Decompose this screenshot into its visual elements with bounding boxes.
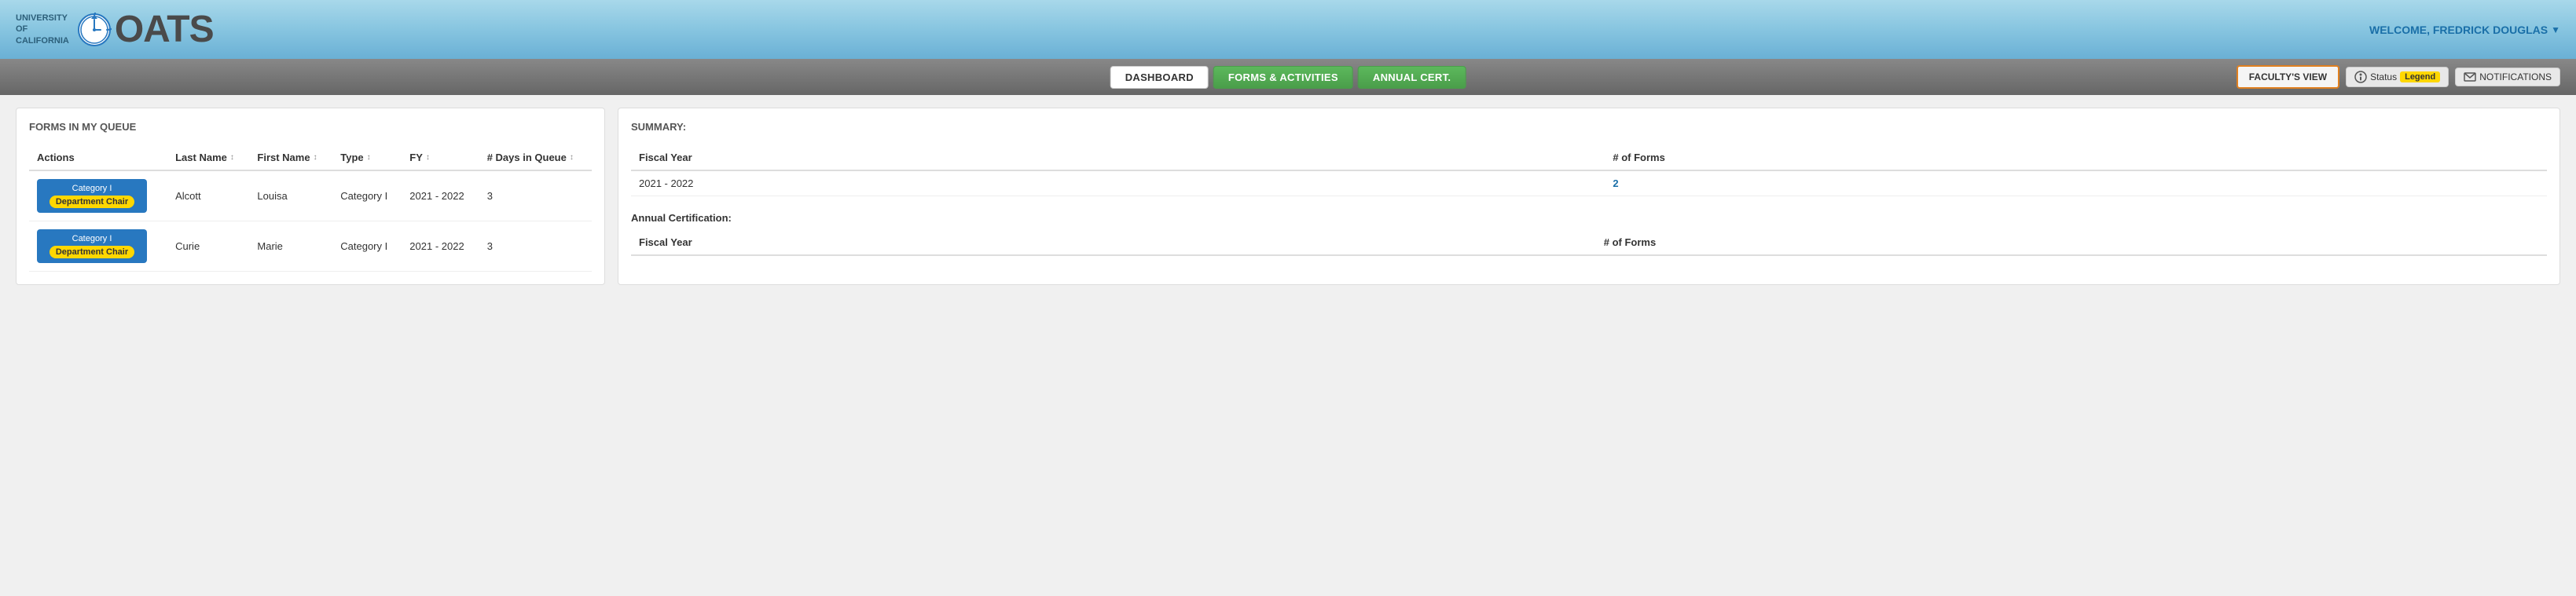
summary-col-fy: Fiscal Year (631, 145, 1605, 170)
annual-cert-button[interactable]: ANNUAL CERT. (1358, 66, 1466, 89)
summary-table: Fiscal Year # of Forms 2021 - 2022 2 (631, 145, 2547, 196)
annual-col-fy: Fiscal Year (631, 230, 1596, 255)
cell-last-name: Curie (167, 221, 249, 272)
envelope-icon (2464, 71, 2476, 82)
cell-first-name: Louisa (249, 170, 332, 221)
faculty-view-button[interactable]: FACULTY'S VIEW (2237, 65, 2339, 89)
nav-right: FACULTY'S VIEW Status Legend NOTIFICATIO… (2237, 65, 2560, 89)
cell-type: Category I (332, 221, 402, 272)
header: UNIVERSITY OF CALIFORNIA OATS WELCOME, F… (0, 0, 2576, 59)
cell-first-name: Marie (249, 221, 332, 272)
table-row: Category I Department Chair Curie Marie … (29, 221, 592, 272)
legend-badge: Legend (2400, 71, 2440, 82)
cell-fy: 2021 - 2022 (402, 221, 479, 272)
sort-last-name-icon[interactable]: ↕ (230, 154, 234, 161)
sort-type-icon[interactable]: ↕ (367, 154, 371, 161)
notifications-label: NOTIFICATIONS (2479, 71, 2552, 82)
notifications-button[interactable]: NOTIFICATIONS (2455, 68, 2560, 86)
main-content: FORMS IN MY QUEUE Actions Last Name ↕ (0, 95, 2576, 298)
col-fy: FY ↕ (402, 145, 479, 170)
annual-cert-label: Annual Certification: (631, 212, 2547, 224)
sort-days-icon[interactable]: ↕ (570, 154, 574, 161)
action-button-1[interactable]: Category I Department Chair (37, 229, 147, 263)
annual-col-forms: # of Forms (1596, 230, 2547, 255)
logo-area: UNIVERSITY OF CALIFORNIA OATS (16, 11, 214, 49)
summary-header-row: Fiscal Year # of Forms (631, 145, 2547, 170)
cell-days: 3 (479, 170, 592, 221)
forms-activities-button[interactable]: FORMS & ACTIVITIES (1213, 66, 1353, 89)
col-first-name: First Name ↕ (249, 145, 332, 170)
col-last-name: Last Name ↕ (167, 145, 249, 170)
summary-col-count: # of Forms (1605, 145, 2547, 170)
summary-fy: 2021 - 2022 (631, 170, 1605, 196)
uc-text: UNIVERSITY OF CALIFORNIA (16, 13, 69, 46)
summary-count: 2 (1605, 170, 2547, 196)
status-icon (2354, 71, 2367, 83)
action-category-label: Category I (72, 234, 112, 243)
queue-panel-title: FORMS IN MY QUEUE (29, 121, 592, 133)
cell-last-name: Alcott (167, 170, 249, 221)
action-category-label: Category I (72, 184, 112, 193)
cell-fy: 2021 - 2022 (402, 170, 479, 221)
summary-panel: SUMMARY: Fiscal Year # of Forms 2021 - 2… (618, 108, 2560, 285)
col-type: Type ↕ (332, 145, 402, 170)
summary-row: 2021 - 2022 2 (631, 170, 2547, 196)
table-row: Category I Department Chair Alcott Louis… (29, 170, 592, 221)
annual-header-row: Fiscal Year # of Forms (631, 230, 2547, 255)
queue-table: Actions Last Name ↕ First Name ↕ (29, 145, 592, 272)
status-label: Status (2370, 71, 2397, 82)
oats-logo: OATS (77, 11, 214, 49)
welcome-label: WELCOME, FREDRICK DOUGLAS (2369, 24, 2548, 36)
cell-days: 3 (479, 221, 592, 272)
col-actions: Actions (29, 145, 167, 170)
dept-chair-badge: Department Chair (50, 246, 134, 258)
nav-center: DASHBOARD FORMS & ACTIVITIES ANNUAL CERT… (1110, 66, 1466, 89)
navbar: DASHBOARD FORMS & ACTIVITIES ANNUAL CERT… (0, 59, 2576, 95)
welcome-user[interactable]: WELCOME, FREDRICK DOUGLAS ▼ (2369, 24, 2560, 36)
status-legend-button[interactable]: Status Legend (2346, 67, 2449, 87)
annual-cert-table: Fiscal Year # of Forms (631, 230, 2547, 256)
sort-fy-icon[interactable]: ↕ (426, 154, 430, 161)
sort-first-name-icon[interactable]: ↕ (314, 154, 317, 161)
welcome-dropdown-icon: ▼ (2551, 24, 2560, 35)
cell-type: Category I (332, 170, 402, 221)
dashboard-button[interactable]: DASHBOARD (1110, 66, 1209, 89)
table-header-row: Actions Last Name ↕ First Name ↕ (29, 145, 592, 170)
summary-panel-title: SUMMARY: (631, 121, 2547, 133)
action-button-0[interactable]: Category I Department Chair (37, 179, 147, 213)
forms-queue-panel: FORMS IN MY QUEUE Actions Last Name ↕ (16, 108, 605, 285)
form-count-link[interactable]: 2 (1613, 177, 1618, 189)
col-days: # Days in Queue ↕ (479, 145, 592, 170)
oats-text-label: OATS (115, 11, 214, 49)
clock-icon (77, 13, 112, 47)
dept-chair-badge: Department Chair (50, 196, 134, 208)
